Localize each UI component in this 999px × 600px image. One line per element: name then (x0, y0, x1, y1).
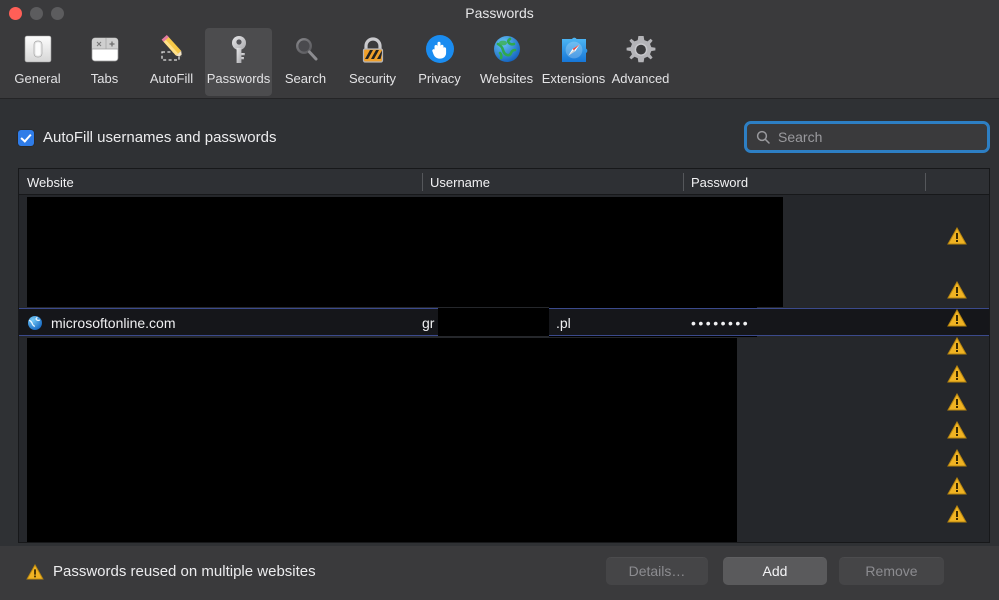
column-divider-2[interactable] (683, 173, 684, 191)
warning-triangle-icon[interactable] (947, 309, 967, 327)
search-magnifier-icon (295, 38, 317, 61)
search-placeholder: Search (778, 129, 823, 145)
remove-button[interactable]: Remove (839, 557, 944, 585)
toolbar-item-extensions[interactable]: Extensions (540, 28, 607, 96)
autofill-checkbox-label: AutoFill usernames and passwords (43, 129, 277, 146)
toolbar-item-general[interactable]: General (4, 28, 71, 96)
website-text: microsoftonline.com (51, 315, 176, 331)
cell-password: •••••••• (691, 315, 751, 331)
table-header: Website Username Password (19, 169, 989, 195)
passwords-key-icon (231, 36, 246, 63)
toolbar-label-passwords: Passwords (206, 71, 271, 86)
warning-column (925, 221, 989, 542)
toolbar-item-privacy[interactable]: Privacy (406, 28, 473, 96)
status-message-text: Passwords reused on multiple websites (53, 563, 316, 580)
toolbar-label-advanced: Advanced (611, 71, 670, 86)
toolbar-label-general: General (14, 71, 61, 86)
status-message: Passwords reused on multiple websites (26, 563, 316, 580)
autofill-icon (160, 34, 182, 61)
warning-triangle-icon[interactable] (947, 393, 967, 411)
add-button[interactable]: Add (723, 557, 827, 585)
column-divider-3[interactable] (925, 173, 926, 191)
passwords-table[interactable]: Website Username Password microsoftonlin… (18, 168, 990, 543)
toolbar-label-extensions: Extensions (541, 71, 606, 86)
preferences-window: Passwords General Tabs AutoFill Password… (0, 0, 999, 600)
toolbar-item-websites[interactable]: Websites (473, 28, 540, 96)
security-lock-icon (362, 37, 383, 63)
search-input[interactable]: Search (747, 124, 987, 150)
toolbar-item-advanced[interactable]: Advanced (607, 28, 674, 96)
passwords-pane: AutoFill usernames and passwords Search … (0, 99, 999, 546)
search-field-wrapper[interactable]: Search (744, 121, 990, 153)
extensions-puzzle-icon (561, 37, 587, 62)
warning-triangle-icon (26, 563, 44, 580)
toolbar-item-passwords[interactable]: Passwords (205, 28, 272, 96)
warning-triangle-icon[interactable] (947, 337, 967, 355)
warning-triangle-icon[interactable] (947, 281, 967, 299)
warning-triangle-icon[interactable] (947, 227, 967, 245)
titlebar: Passwords (0, 0, 999, 28)
warning-triangle-icon[interactable] (947, 505, 967, 523)
autofill-checkbox-row[interactable]: AutoFill usernames and passwords (18, 129, 276, 146)
warning-triangle-icon[interactable] (947, 365, 967, 383)
toolbar-label-autofill: AutoFill (149, 71, 194, 86)
toolbar-label-security: Security (349, 71, 396, 86)
toolbar-item-security[interactable]: Security (339, 28, 406, 96)
cell-website: microsoftonline.com (27, 309, 176, 337)
toolbar-item-tabs[interactable]: Tabs (71, 28, 138, 96)
tabs-icon (91, 37, 118, 62)
column-header-website[interactable]: Website (19, 169, 422, 195)
warning-triangle-icon[interactable] (947, 477, 967, 495)
preferences-toolbar: General Tabs AutoFill Passwords Search S… (0, 26, 999, 99)
general-icon (24, 35, 51, 63)
autofill-checkbox[interactable] (18, 129, 34, 146)
globe-icon (28, 316, 42, 330)
cell-username-suffix: .pl (556, 315, 571, 331)
toolbar-label-search: Search (284, 71, 327, 86)
toolbar-item-autofill[interactable]: AutoFill (138, 28, 205, 96)
advanced-gear-icon (626, 36, 655, 63)
search-icon (756, 130, 770, 144)
window-title: Passwords (465, 5, 534, 21)
redaction-partial-row (27, 534, 737, 542)
redaction-block-bottom (27, 338, 737, 534)
column-header-password[interactable]: Password (683, 169, 943, 195)
table-body[interactable]: microsoftonline.com gr .pl •••••••• (19, 195, 989, 542)
toolbar-label-privacy: Privacy (418, 71, 461, 86)
column-header-username[interactable]: Username (422, 169, 683, 195)
toolbar-item-search[interactable]: Search (272, 28, 339, 96)
column-divider-1[interactable] (422, 173, 423, 191)
websites-globe-icon (493, 36, 520, 62)
privacy-hand-icon (425, 35, 454, 63)
redaction-username-middle (438, 308, 549, 336)
cell-username-prefix: gr (422, 315, 435, 331)
warning-triangle-icon[interactable] (947, 449, 967, 467)
footer-bar: Passwords reused on multiple websites De… (0, 546, 999, 600)
toolbar-label-websites: Websites (479, 71, 534, 86)
toolbar-label-tabs: Tabs (90, 71, 119, 86)
details-button[interactable]: Details… (606, 557, 708, 585)
warning-triangle-icon[interactable] (947, 421, 967, 439)
